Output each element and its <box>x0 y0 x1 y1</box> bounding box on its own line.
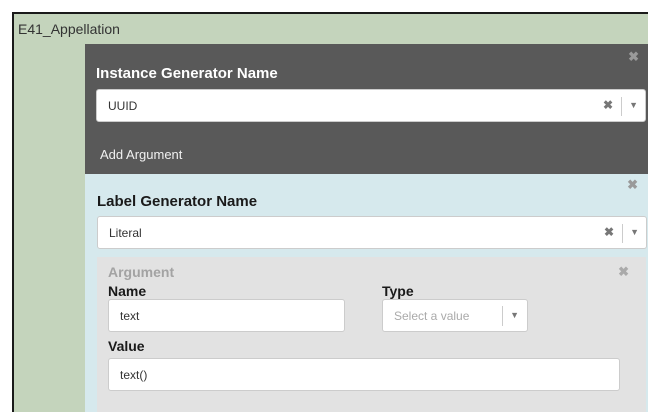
label-generator-selected-value: Literal <box>109 226 142 240</box>
entity-container: E41_Appellation ✖ Instance Generator Nam… <box>12 12 648 412</box>
type-placeholder: Select a value <box>394 309 470 323</box>
value-label: Value <box>108 338 145 354</box>
instance-generator-title: Instance Generator Name <box>96 65 278 82</box>
entity-title: E41_Appellation <box>18 21 120 37</box>
label-generator-title: Label Generator Name <box>97 193 258 210</box>
argument-heading: Argument <box>108 264 175 280</box>
label-generator-select[interactable]: Literal ✖ ▼ <box>97 216 647 249</box>
select-divider <box>502 306 503 326</box>
instance-generator-select[interactable]: UUID ✖ ▼ <box>96 89 646 122</box>
name-label: Name <box>108 283 147 299</box>
argument-close-icon[interactable]: ✖ <box>618 264 629 280</box>
type-label: Type <box>382 283 414 299</box>
name-input[interactable]: text <box>108 299 345 332</box>
label-generator-panel: ✖ Label Generator Name Literal ✖ ▼ Argum… <box>85 174 648 412</box>
instance-generator-selected-value: UUID <box>108 99 138 113</box>
clear-icon[interactable]: ✖ <box>604 225 614 239</box>
chevron-down-icon[interactable]: ▼ <box>630 227 639 237</box>
select-divider <box>621 97 622 116</box>
chevron-down-icon[interactable]: ▼ <box>510 310 519 320</box>
value-input[interactable]: text() <box>108 358 620 391</box>
instance-generator-panel: ✖ Instance Generator Name UUID ✖ ▼ Add A… <box>85 44 648 174</box>
clear-icon[interactable]: ✖ <box>603 98 613 112</box>
instance-generator-close-icon[interactable]: ✖ <box>628 49 639 65</box>
select-divider <box>622 224 623 243</box>
chevron-down-icon[interactable]: ▼ <box>629 100 638 110</box>
type-select[interactable]: Select a value ▼ <box>382 299 528 332</box>
add-argument-button[interactable]: Add Argument <box>100 147 182 162</box>
argument-card: Argument ✖ Name text Type Select a value… <box>97 257 646 412</box>
label-generator-close-icon[interactable]: ✖ <box>627 177 638 193</box>
